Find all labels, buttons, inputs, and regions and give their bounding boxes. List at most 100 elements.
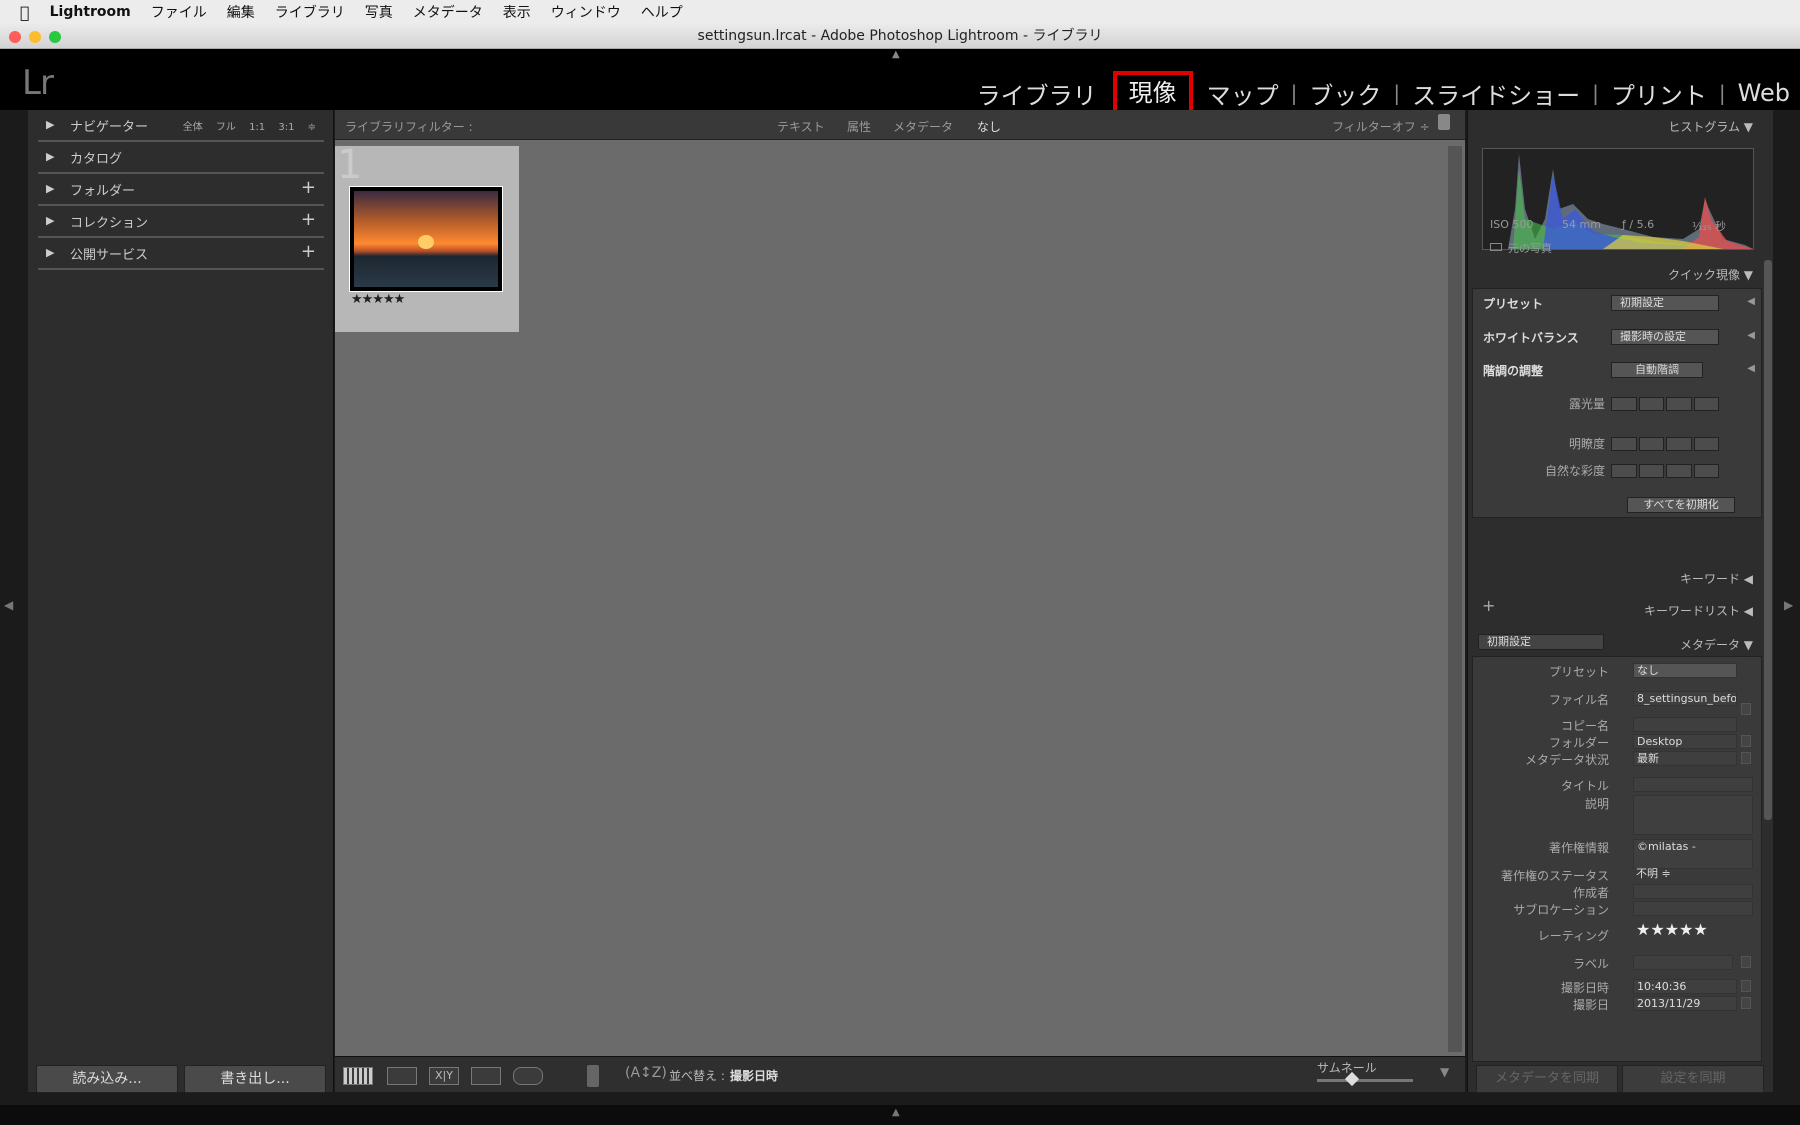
collapse-top-arrow-icon[interactable]: ▲ [892,49,900,60]
toolbar-options-icon[interactable]: ▼ [1440,1065,1449,1079]
step-button[interactable] [1611,397,1637,411]
navigator-section[interactable]: ▶ ナビゲーター 全体 フル 1:1 3:1 ≑ [38,110,324,142]
step-button[interactable] [1611,464,1637,478]
filter-none[interactable]: なし [977,118,1001,135]
disclosure-triangle-icon[interactable]: ▶ [46,214,54,227]
menu-file[interactable]: ファイル [151,2,207,22]
capture-date-field[interactable]: 2013/11/29 [1633,996,1737,1011]
menu-help[interactable]: ヘルプ [641,2,683,22]
filter-text[interactable]: テキスト [777,118,825,135]
folder-action-icon[interactable] [1741,735,1751,747]
sort-value[interactable]: 撮影日時 [730,1067,778,1084]
step-button[interactable] [1666,437,1692,451]
step-button[interactable] [1611,437,1637,451]
right-panel-scrollbar[interactable] [1764,260,1772,820]
step-button[interactable] [1638,397,1664,411]
menu-window[interactable]: ウィンドウ [551,2,621,22]
filmstrip-collapsed-bar[interactable]: ▲ [0,1105,1800,1125]
loupe-view-icon[interactable] [387,1067,417,1085]
menu-edit[interactable]: 編集 [227,2,255,22]
rating-stars[interactable]: ★★★★★ [1633,923,1723,943]
close-button[interactable] [9,31,21,43]
expand-left-icon[interactable]: ◀ [1747,363,1755,374]
menu-app[interactable]: Lightroom [50,4,131,20]
module-book[interactable]: ブック [1309,76,1381,111]
menu-library[interactable]: ライブラリ [275,2,345,22]
people-view-icon[interactable] [513,1067,543,1085]
folders-section[interactable]: ▶ フォルダー + [38,174,324,206]
right-panel-toggle-icon[interactable]: ▶ [1784,598,1793,612]
collections-section[interactable]: ▶ コレクション + [38,206,324,238]
capture-date-action-icon[interactable] [1741,997,1751,1009]
disclosure-triangle-icon[interactable]: ▶ [46,182,54,195]
caption-field[interactable] [1633,795,1753,835]
grid-view-icon[interactable] [343,1067,373,1085]
photo-thumbnail[interactable] [349,186,503,292]
add-folder-icon[interactable]: + [301,177,316,198]
disclosure-triangle-icon[interactable]: ▶ [46,246,54,259]
apple-icon[interactable]:  [20,3,30,22]
creator-field[interactable] [1633,884,1753,899]
lock-icon[interactable] [1438,114,1450,130]
metadata-header[interactable]: メタデータ ▼ [1680,636,1753,653]
navigator-zoom-options[interactable]: 全体 フル 1:1 3:1 ≑ [183,118,316,133]
exposure-buttons[interactable] [1611,397,1719,411]
grid-scrollbar[interactable] [1448,146,1462,1052]
qd-preset-select[interactable]: 初期設定 [1611,295,1719,311]
step-button[interactable] [1638,464,1664,478]
keyword-list-header[interactable]: キーワードリスト ◀ [1644,602,1753,619]
capture-time-action-icon[interactable] [1741,980,1751,992]
capture-time-field[interactable]: 10:40:36 [1633,979,1737,994]
metadata-status-action-icon[interactable] [1741,752,1751,764]
label-field[interactable] [1633,955,1733,970]
step-button[interactable] [1693,437,1719,451]
star-rating[interactable]: ★★★★★ [351,292,405,307]
add-keyword-icon[interactable]: + [1482,596,1495,615]
reset-all-button[interactable]: すべてを初期化 [1627,497,1735,513]
step-button[interactable] [1638,437,1664,451]
copyright-status-select[interactable]: 不明 ≑ [1633,867,1693,882]
meta-preset-select[interactable]: なし [1633,663,1737,678]
import-button[interactable]: 読み込み... [36,1065,178,1093]
metadata-preset-select[interactable]: 初期設定 [1478,634,1604,650]
keywording-header[interactable]: キーワード ◀ [1680,570,1753,587]
sync-metadata-button[interactable]: メタデータを同期 [1476,1065,1618,1093]
zoom-button[interactable] [49,31,61,43]
module-web[interactable]: Web [1738,79,1790,107]
copyright-field[interactable]: ©milatas - [1633,839,1753,869]
original-photo-checkbox[interactable] [1490,243,1502,251]
module-slideshow[interactable]: スライドショー [1412,76,1580,111]
filter-off-select[interactable]: フィルターオフ ÷ [1332,118,1430,135]
step-button[interactable] [1693,464,1719,478]
export-button[interactable]: 書き出し... [184,1065,326,1093]
sync-settings-button[interactable]: 設定を同期 [1622,1065,1764,1093]
step-button[interactable] [1693,397,1719,411]
disclosure-triangle-icon[interactable]: ▶ [46,150,54,163]
compare-view-icon[interactable]: X|Y [429,1067,459,1085]
minimize-button[interactable] [29,31,41,43]
filename-field[interactable]: 8_settingsun_befo [1633,691,1737,706]
step-button[interactable] [1666,464,1692,478]
sort-direction-icon[interactable]: (A↕Z) [625,1065,667,1081]
qd-white-balance-select[interactable]: 撮影時の設定 [1611,329,1719,345]
module-map[interactable]: マップ [1207,76,1279,111]
menu-metadata[interactable]: メタデータ [413,2,483,22]
publish-services-section[interactable]: ▶ 公開サービス + [38,238,324,270]
histogram-header[interactable]: ヒストグラム ▼ [1668,118,1753,135]
copy-name-field[interactable] [1633,717,1737,732]
filmstrip-toggle-icon[interactable]: ▲ [892,1107,900,1118]
disclosure-triangle-icon[interactable]: ▶ [46,118,54,131]
module-print[interactable]: プリント [1611,76,1707,111]
spray-can-icon[interactable] [587,1065,599,1087]
title-field[interactable] [1633,777,1753,792]
auto-tone-button[interactable]: 自動階調 [1611,362,1703,378]
label-action-icon[interactable] [1741,956,1751,968]
folder-field[interactable]: Desktop [1633,734,1737,749]
left-panel-toggle-icon[interactable]: ◀ [4,598,13,612]
step-button[interactable] [1666,397,1692,411]
add-publish-service-icon[interactable]: + [301,241,316,262]
expand-left-icon[interactable]: ◀ [1747,296,1755,307]
sublocation-field[interactable] [1633,901,1753,916]
filter-metadata[interactable]: メタデータ [893,118,953,135]
grid-cell[interactable]: 1 ★★★★★ [335,142,519,332]
